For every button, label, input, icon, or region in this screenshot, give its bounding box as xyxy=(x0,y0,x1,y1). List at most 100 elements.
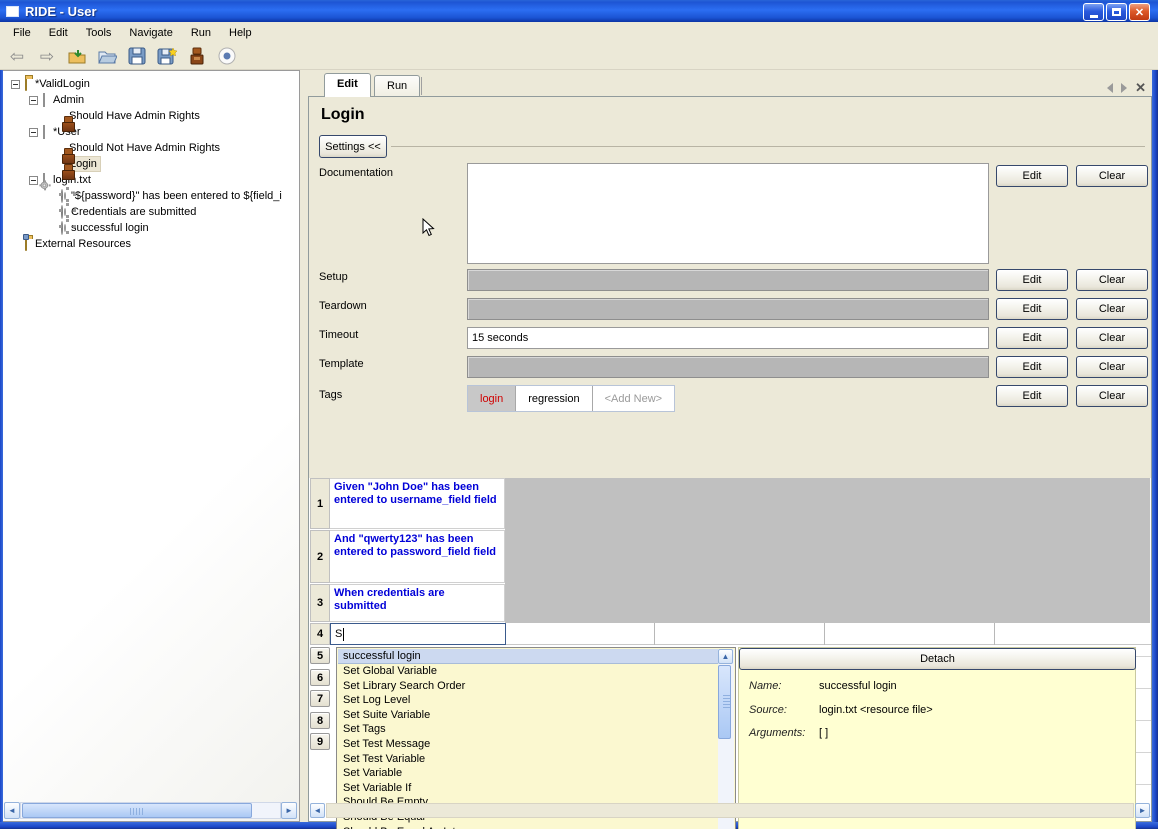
autocomplete-item[interactable]: Set Variable xyxy=(338,766,718,781)
minimize-button[interactable] xyxy=(1083,3,1104,21)
menu-item[interactable]: Edit xyxy=(40,24,77,42)
menu-item[interactable]: File xyxy=(4,24,40,42)
tag-add-new[interactable]: <Add New> xyxy=(592,386,675,411)
grid-cell-step1[interactable]: Given "John Doe" has been entered to use… xyxy=(330,478,505,529)
setup-clear-button[interactable]: Clear xyxy=(1076,269,1148,291)
grid-cell-step2[interactable]: And "qwerty123" has been entered to pass… xyxy=(330,530,505,583)
autocomplete-item[interactable]: Set Tags xyxy=(338,722,718,737)
autocomplete-item[interactable]: Set Test Message xyxy=(338,737,718,752)
template-edit-button[interactable]: Edit xyxy=(996,356,1068,378)
autocomplete-item[interactable]: Set Log Level xyxy=(338,693,718,708)
scroll-track[interactable] xyxy=(326,803,1134,818)
tree-item[interactable]: login.txt xyxy=(3,172,297,189)
tree-item[interactable]: External Resources xyxy=(3,234,297,252)
timeout-clear-button[interactable]: Clear xyxy=(1076,327,1148,349)
pane-next-icon[interactable] xyxy=(1121,82,1128,93)
menu-item[interactable]: Run xyxy=(182,24,220,42)
pane-prev-icon[interactable] xyxy=(1107,82,1114,93)
autocomplete-vertical-scrollbar[interactable]: ▲ ▼ xyxy=(718,649,734,829)
expander-icon[interactable] xyxy=(11,79,20,89)
record-stop-icon[interactable] xyxy=(216,46,238,66)
robot-report-icon[interactable] xyxy=(186,46,208,66)
row-header-1[interactable]: 1 xyxy=(310,478,330,529)
tag-regression[interactable]: regression xyxy=(516,386,593,411)
tree-item-label[interactable]: Should Not Have Admin Rights xyxy=(66,141,223,155)
autocomplete-item[interactable]: Set Global Variable xyxy=(338,664,718,679)
row-header-7[interactable]: 7 xyxy=(310,690,330,707)
expander-icon[interactable] xyxy=(29,175,38,185)
tab-edit[interactable]: Edit xyxy=(324,73,371,97)
documentation-clear-button[interactable]: Clear xyxy=(1076,165,1148,187)
scroll-up-button[interactable]: ▲ xyxy=(718,649,733,664)
row-header-5[interactable]: 5 xyxy=(310,647,330,664)
row-header-8[interactable]: 8 xyxy=(310,712,330,729)
expander-icon[interactable] xyxy=(29,127,38,137)
autocomplete-item[interactable]: Set Library Search Order xyxy=(338,679,718,694)
autocomplete-item[interactable]: Set Suite Variable xyxy=(338,708,718,723)
save-all-icon[interactable] xyxy=(156,46,178,66)
tab-run[interactable]: Run xyxy=(374,75,421,97)
scroll-thumb[interactable] xyxy=(22,803,252,818)
grid-row4-cells[interactable] xyxy=(506,623,1151,645)
tree-item[interactable]: Should Have Admin Rights xyxy=(3,108,297,124)
template-clear-button[interactable]: Clear xyxy=(1076,356,1148,378)
row-header-9[interactable]: 9 xyxy=(310,733,330,750)
tree-horizontal-scrollbar[interactable]: ◄ ► xyxy=(4,802,297,819)
grid-horizontal-scrollbar[interactable]: ◄ ► xyxy=(310,803,1150,819)
settings-toggle-button[interactable]: Settings << xyxy=(319,135,387,158)
tags-clear-button[interactable]: Clear xyxy=(1076,385,1148,407)
setup-edit-button[interactable]: Edit xyxy=(996,269,1068,291)
maximize-button[interactable] xyxy=(1106,3,1127,21)
tree-item-label[interactable]: successful login xyxy=(68,221,152,235)
autocomplete-item[interactable]: successful login xyxy=(338,649,718,664)
tree-item[interactable]: "${password}" has been entered to ${fiel… xyxy=(3,188,297,204)
tree-item[interactable]: successful login xyxy=(3,220,297,236)
pane-close-icon[interactable]: ✕ xyxy=(1135,81,1146,94)
tree-item[interactable]: Credentials are submitted xyxy=(3,204,297,220)
detach-button[interactable]: Detach xyxy=(739,648,1136,670)
row-header-2[interactable]: 2 xyxy=(310,530,330,583)
autocomplete-item[interactable]: Set Test Variable xyxy=(338,752,718,767)
scroll-right-button[interactable]: ► xyxy=(1135,803,1150,818)
scroll-right-button[interactable]: ► xyxy=(281,802,297,819)
tag-login[interactable]: login xyxy=(468,386,517,411)
tree-item[interactable]: Admin xyxy=(3,92,297,108)
tree-item-label[interactable]: Credentials are submitted xyxy=(68,205,199,219)
tree-item-label[interactable]: *ValidLogin xyxy=(32,77,93,91)
tree-item-label[interactable]: Admin xyxy=(50,93,87,107)
tree-item[interactable]: *ValidLogin xyxy=(3,76,297,92)
grid-edit-cell[interactable]: S xyxy=(330,623,506,645)
expander-icon[interactable] xyxy=(29,95,38,105)
row-header-6[interactable]: 6 xyxy=(310,669,330,686)
scroll-thumb[interactable] xyxy=(718,665,731,739)
tree-item[interactable]: Login xyxy=(3,156,297,172)
autocomplete-item[interactable]: Set Variable If xyxy=(338,781,718,796)
close-button[interactable]: ✕ xyxy=(1129,3,1150,21)
open-folder-icon[interactable] xyxy=(96,46,118,66)
tree-item-label[interactable]: Should Have Admin Rights xyxy=(66,109,203,123)
row-header-4[interactable]: 4 xyxy=(310,623,330,645)
documentation-edit-button[interactable]: Edit xyxy=(996,165,1068,187)
tree-item-label[interactable]: External Resources xyxy=(32,237,134,251)
grid-cell-step3[interactable]: When credentials are submitted xyxy=(330,584,505,622)
timeout-edit-button[interactable]: Edit xyxy=(996,327,1068,349)
menu-item[interactable]: Tools xyxy=(77,24,121,42)
scroll-left-button[interactable]: ◄ xyxy=(4,802,20,819)
scroll-track[interactable] xyxy=(20,802,281,819)
documentation-field[interactable] xyxy=(467,163,989,264)
timeout-field[interactable]: 15 seconds xyxy=(467,327,989,349)
row-header-3[interactable]: 3 xyxy=(310,584,330,622)
tags-edit-button[interactable]: Edit xyxy=(996,385,1068,407)
tree-item-label[interactable]: "${password}" has been entered to ${fiel… xyxy=(68,189,285,203)
save-icon[interactable] xyxy=(126,46,148,66)
back-arrow-icon[interactable]: ⇦ xyxy=(6,46,28,66)
tree-item[interactable]: Should Not Have Admin Rights xyxy=(3,140,297,156)
teardown-clear-button[interactable]: Clear xyxy=(1076,298,1148,320)
menu-item[interactable]: Help xyxy=(220,24,261,42)
forward-arrow-icon[interactable]: ⇨ xyxy=(36,46,58,66)
title-bar[interactable]: RIDE - User ✕ xyxy=(0,0,1158,22)
scroll-left-button[interactable]: ◄ xyxy=(310,803,325,818)
open-file-icon[interactable] xyxy=(66,46,88,66)
teardown-edit-button[interactable]: Edit xyxy=(996,298,1068,320)
menu-item[interactable]: Navigate xyxy=(120,24,181,42)
